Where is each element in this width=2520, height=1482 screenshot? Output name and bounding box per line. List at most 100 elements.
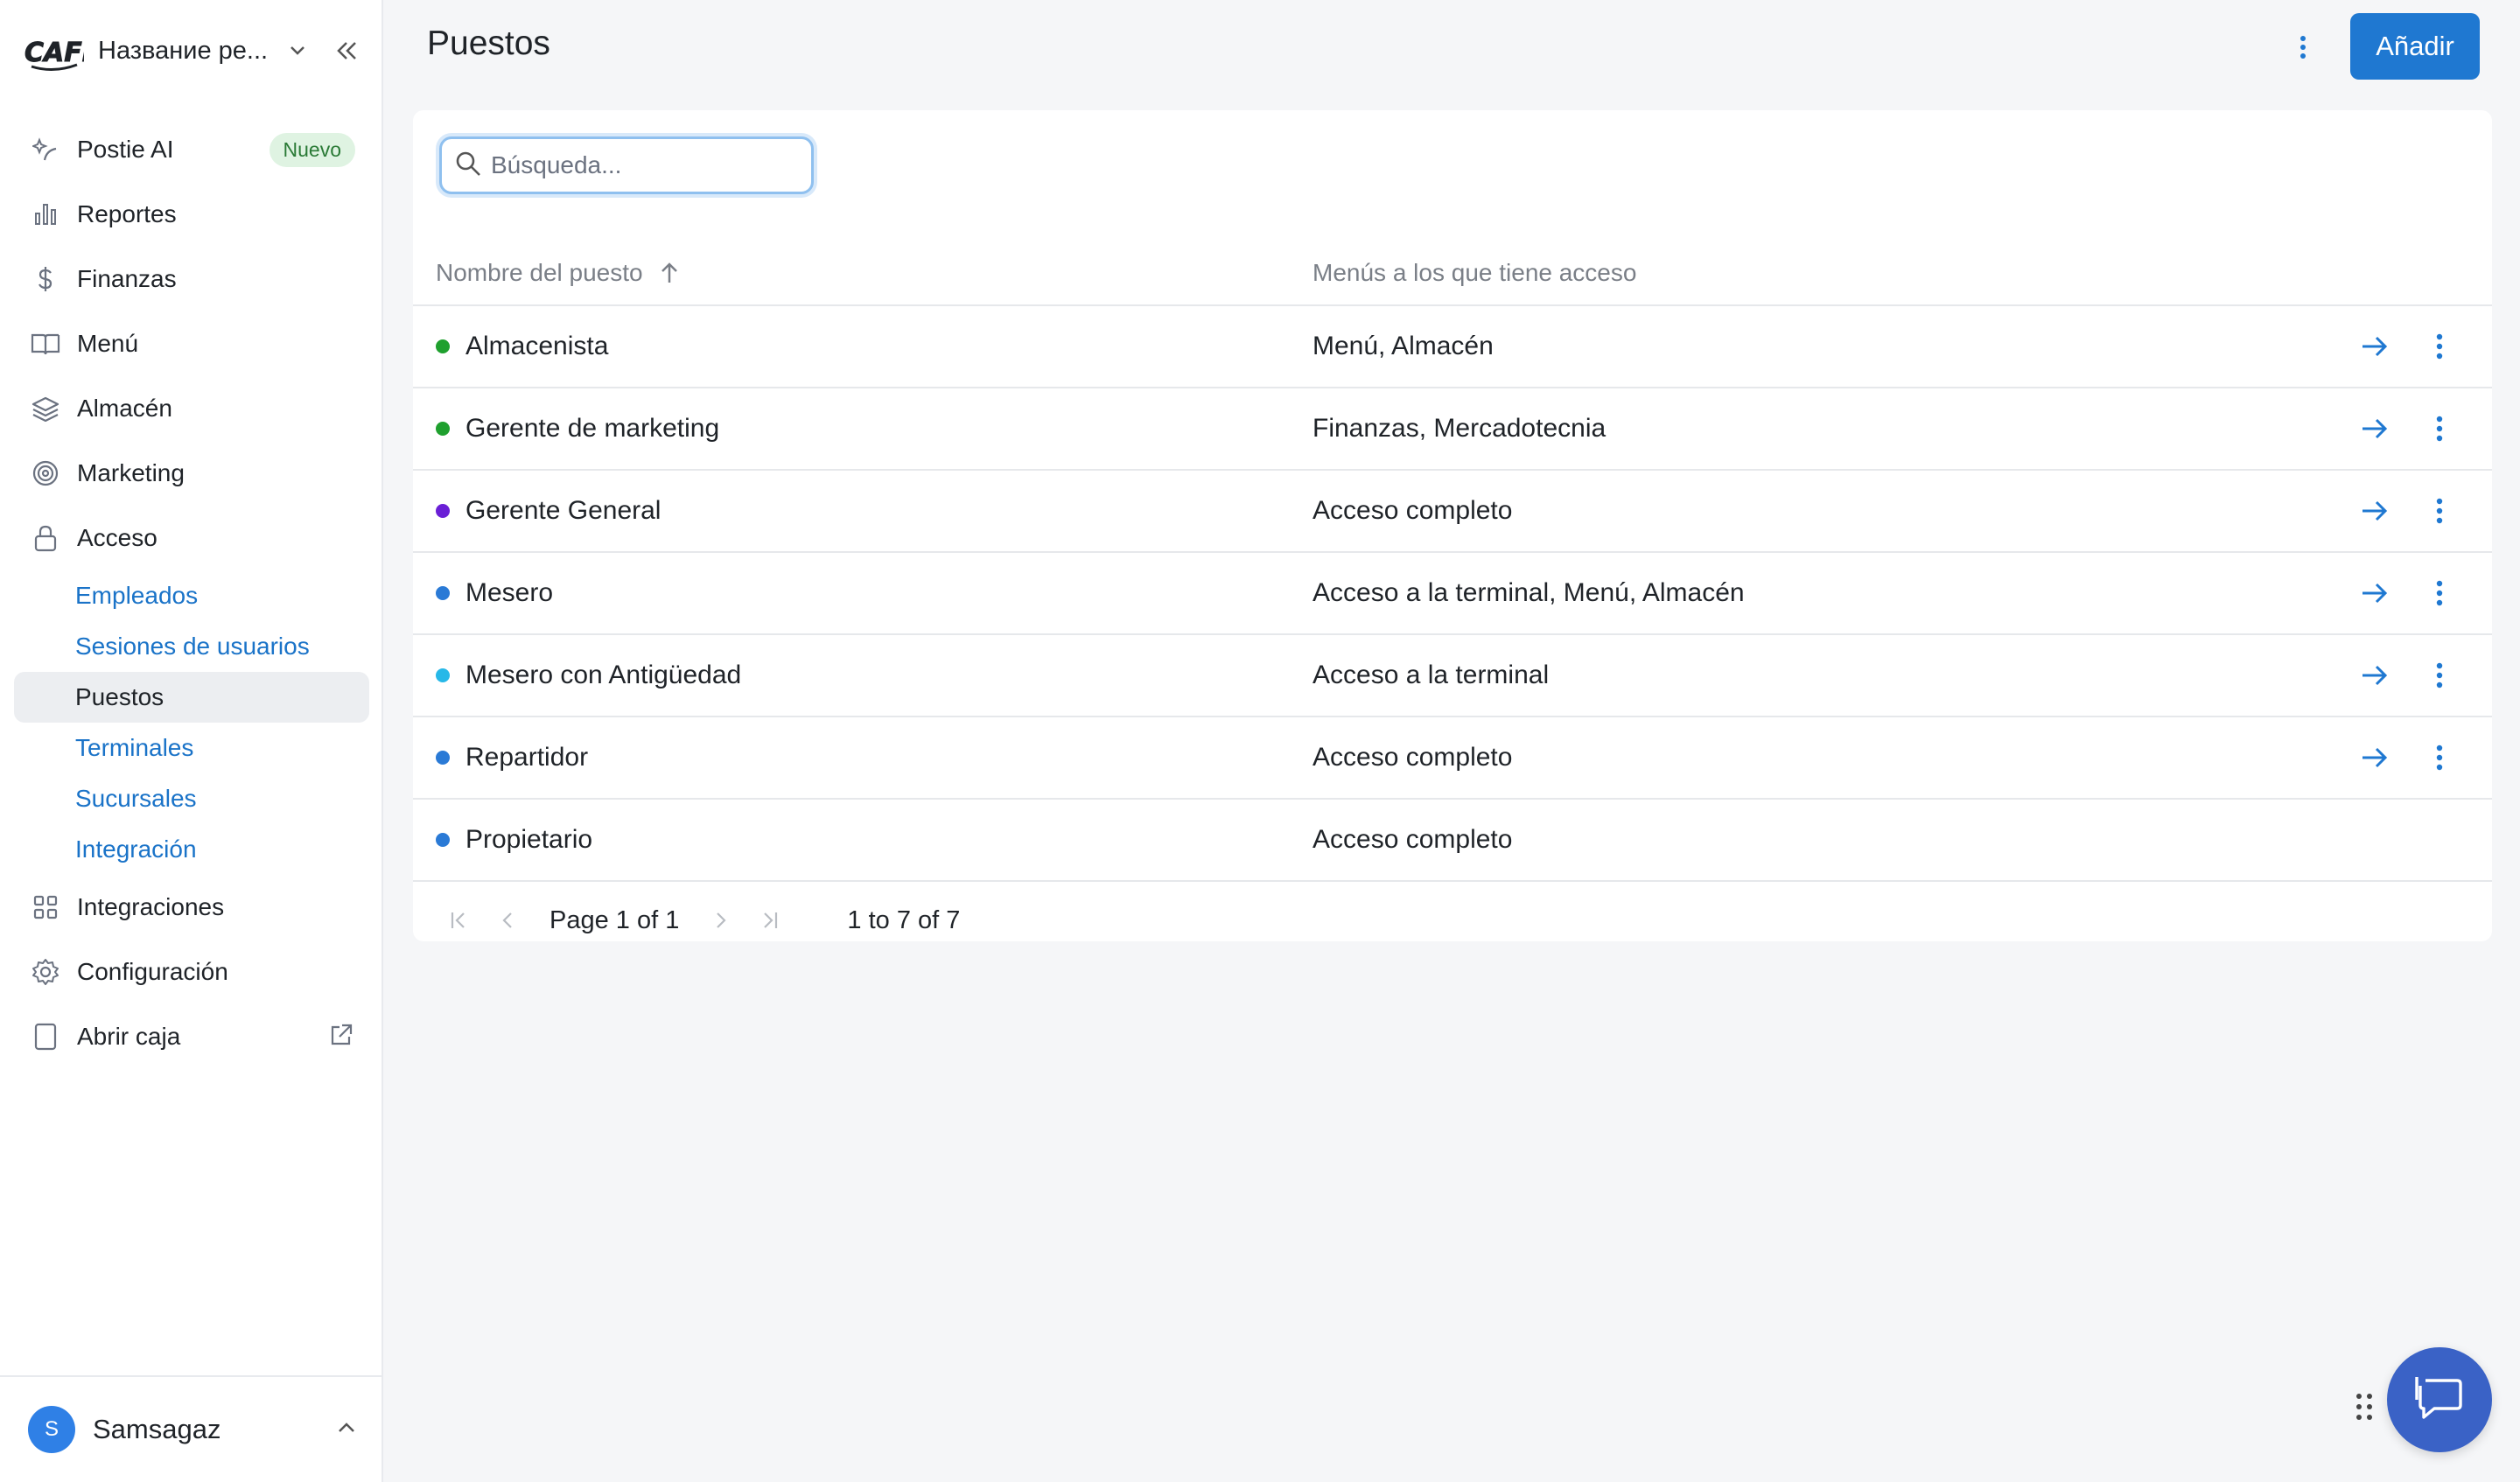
tablet-icon	[30, 1021, 61, 1052]
dollar-icon	[30, 263, 61, 295]
sidebar-item-integraciones[interactable]: Integraciones	[14, 875, 369, 940]
table-row[interactable]: Almacenista Menú, Almacén	[413, 306, 2492, 388]
add-button[interactable]: Añadir	[2350, 13, 2480, 80]
position-name: Repartidor	[466, 743, 589, 772]
access-list: Acceso a la terminal, Menú, Almacén	[1312, 578, 1745, 607]
table-row[interactable]: Gerente de marketing Finanzas, Mercadote…	[413, 388, 2492, 471]
sidebar-item-menu[interactable]: Menú	[14, 311, 369, 376]
sidebar-item-abrir-caja[interactable]: Abrir caja	[14, 1004, 369, 1069]
chevron-up-icon	[336, 1421, 357, 1439]
arrow-right-icon[interactable]	[2357, 740, 2392, 779]
sidebar-item-reportes[interactable]: Reportes	[14, 182, 369, 247]
book-icon	[30, 328, 61, 360]
arrow-right-icon[interactable]	[2357, 658, 2392, 697]
svg-text:CAFE: CAFE	[24, 38, 84, 68]
table-body: Almacenista Menú, Almacén Gerente de mar…	[413, 306, 2492, 882]
grid-icon	[30, 891, 61, 923]
status-dot	[436, 668, 450, 682]
row-options-icon[interactable]	[2422, 576, 2457, 615]
sidebar-item-label: Finanzas	[77, 265, 177, 292]
last-page-icon[interactable]	[746, 909, 794, 932]
collapse-sidebar-icon[interactable]	[331, 40, 362, 61]
chat-bubble-icon	[2413, 1374, 2466, 1427]
page-indicator: Page 1 of 1	[550, 906, 679, 935]
position-name: Mesero	[466, 578, 554, 607]
row-options-icon[interactable]	[2422, 329, 2457, 368]
sidebar-item-postie-ai[interactable]: Postie AI Nuevo	[14, 117, 369, 182]
sidebar-item-finanzas[interactable]: Finanzas	[14, 247, 369, 311]
target-icon	[30, 458, 61, 489]
new-badge: Nuevo	[269, 132, 355, 167]
status-dot	[436, 751, 450, 765]
sidebar-item-label: Acceso	[77, 524, 158, 551]
status-dot	[436, 339, 450, 353]
sidebar-item-label: Postie AI	[77, 136, 174, 163]
sidebar-item-label: Menú	[77, 330, 139, 357]
table-row[interactable]: Mesero con Antigüedad Acceso a la termin…	[413, 635, 2492, 717]
access-list: Acceso a la terminal	[1312, 661, 1550, 689]
sidebar-item-label: Marketing	[77, 459, 185, 486]
user-name: Samsagaz	[93, 1414, 221, 1444]
arrow-right-icon[interactable]	[2357, 576, 2392, 615]
table-row[interactable]: Repartidor Acceso completo	[413, 717, 2492, 800]
status-dot	[436, 586, 450, 600]
page-title: Puestos	[427, 24, 550, 62]
table-row[interactable]: Propietario Acceso completo	[413, 800, 2492, 882]
sidebar-subitem-sucursales[interactable]: Sucursales	[14, 773, 369, 824]
chat-support-button[interactable]	[2387, 1347, 2492, 1452]
sidebar-subitem-sesiones[interactable]: Sesiones de usuarios	[14, 621, 369, 672]
sidebar: CAFE Название ре... Postie AI Nuevo Repo…	[0, 0, 383, 1482]
status-dot	[436, 422, 450, 436]
arrow-right-icon[interactable]	[2357, 493, 2392, 533]
sidebar-item-configuracion[interactable]: Configuración	[14, 940, 369, 1004]
of-word: of	[637, 905, 659, 934]
sidebar-subitem-terminales[interactable]: Terminales	[14, 723, 369, 773]
restaurant-name: Название ре...	[98, 36, 269, 65]
sidebar-item-marketing[interactable]: Marketing	[14, 441, 369, 506]
search-input[interactable]	[491, 151, 788, 179]
sidebar-item-acceso[interactable]: Acceso	[14, 506, 369, 570]
pagination: Page 1 of 1 1 to 7 of 7	[434, 896, 960, 945]
arrow-right-icon[interactable]	[2357, 411, 2392, 451]
sidebar-subitem-puestos[interactable]: Puestos	[14, 672, 369, 723]
positions-card: Nombre del puesto Menús a los que tiene …	[413, 110, 2492, 941]
first-page-icon[interactable]	[434, 909, 483, 932]
column-header-access: Menús a los que tiene acceso	[1312, 259, 1637, 286]
row-options-icon[interactable]	[2422, 658, 2457, 697]
restaurant-switcher[interactable]: CAFE Название ре...	[23, 24, 364, 77]
more-options-icon[interactable]	[2287, 31, 2319, 67]
status-dot	[436, 504, 450, 518]
user-menu[interactable]: S Samsagaz	[0, 1375, 383, 1482]
table-row[interactable]: Mesero Acceso a la terminal, Menú, Almac…	[413, 553, 2492, 635]
table-header: Nombre del puesto Menús a los que tiene …	[413, 240, 2492, 306]
page-word: Page	[550, 905, 609, 934]
position-name: Almacenista	[466, 332, 609, 360]
lock-icon	[30, 522, 61, 554]
row-options-icon[interactable]	[2422, 411, 2457, 451]
access-list: Menú, Almacén	[1312, 332, 1494, 360]
total-pages: 1	[665, 905, 680, 934]
search-icon	[454, 150, 482, 182]
position-name: Gerente de marketing	[466, 414, 720, 443]
prev-page-icon[interactable]	[483, 909, 532, 932]
sidebar-item-label: Almacén	[77, 395, 172, 422]
range-indicator: 1 to 7 of 7	[847, 905, 961, 934]
row-options-icon[interactable]	[2422, 493, 2457, 533]
column-label: Nombre del puesto	[436, 259, 643, 286]
current-page: 1	[615, 905, 630, 934]
next-page-icon[interactable]	[696, 909, 746, 932]
sort-ascending-icon	[659, 261, 680, 285]
search-box[interactable]	[439, 136, 814, 194]
sidebar-subitem-integracion[interactable]: Integración	[14, 824, 369, 875]
cafe-logo: CAFE	[23, 26, 84, 75]
arrow-right-icon[interactable]	[2357, 329, 2392, 368]
sidebar-item-almacen[interactable]: Almacén	[14, 376, 369, 441]
drag-handle-icon[interactable]	[2354, 1391, 2375, 1430]
avatar: S	[28, 1406, 75, 1453]
sidebar-subitem-empleados[interactable]: Empleados	[14, 570, 369, 621]
table-row[interactable]: Gerente General Acceso completo	[413, 471, 2492, 553]
column-header-name[interactable]: Nombre del puesto	[436, 240, 680, 306]
access-list: Acceso completo	[1312, 496, 1513, 525]
sidebar-item-label: Integraciones	[77, 893, 225, 920]
row-options-icon[interactable]	[2422, 740, 2457, 779]
